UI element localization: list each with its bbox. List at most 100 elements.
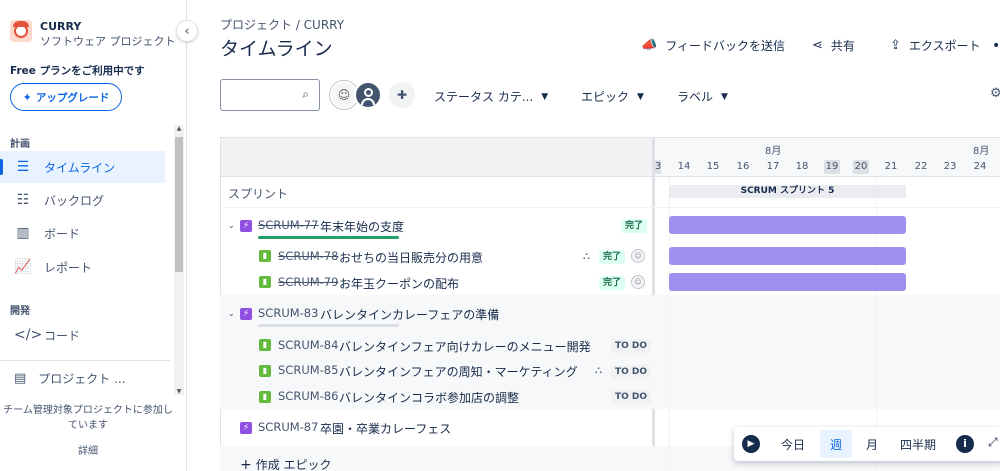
sidebar-scrollbar[interactable]: ▲ ▼ xyxy=(174,125,184,395)
view-settings-icon[interactable]: ⚙ xyxy=(990,86,1000,101)
day-label: 16 xyxy=(736,161,750,172)
issue-summary: お年玉クーポンの配布 xyxy=(339,277,460,291)
epic-progress-bar xyxy=(258,324,399,327)
search-input[interactable] xyxy=(227,81,297,109)
issue-key[interactable]: SCRUM-77 xyxy=(258,218,318,232)
section-dev: 開発 xyxy=(10,306,30,317)
status-badge: TO DO xyxy=(611,390,652,404)
project-header[interactable]: CURRY ソフトウェア プロジェクト xyxy=(10,20,176,49)
issue-key[interactable]: SCRUM-83 xyxy=(258,306,318,320)
issue-key[interactable]: SCRUM-86 xyxy=(278,389,338,403)
avatar[interactable]: ☺ xyxy=(631,275,645,289)
status-badge: TO DO xyxy=(611,365,652,379)
export-label: エクスポート xyxy=(908,39,981,53)
breadcrumb[interactable]: プロジェクト / CURRY xyxy=(220,16,344,33)
story-icon: ▮ xyxy=(259,250,271,262)
day-label: 19 xyxy=(824,160,840,174)
status-badge: TO DO xyxy=(611,339,652,353)
epic-icon: ⚡ xyxy=(240,308,252,320)
sidebar-item-label: ボード xyxy=(44,226,81,241)
day-label: 18 xyxy=(795,161,809,172)
upgrade-button[interactable]: ✦ アップグレード xyxy=(10,83,122,111)
detail-link[interactable]: 詳細 xyxy=(0,442,176,457)
sidebar-item-board[interactable]: ▥ ボード xyxy=(0,217,165,249)
feedback-button[interactable]: 📣 フィードバックを送信 xyxy=(641,37,785,54)
label-dropdown[interactable]: ラベル ▼ xyxy=(677,88,728,105)
day-label: 22 xyxy=(914,161,928,172)
scrollbar-thumb[interactable] xyxy=(175,137,183,272)
more-actions-icon[interactable]: • xyxy=(992,38,1000,54)
issue-key[interactable]: SCRUM-78 xyxy=(278,249,338,263)
project-settings-link[interactable]: ▤ プロジェクト ... xyxy=(14,370,126,387)
epic-bar[interactable] xyxy=(669,216,906,234)
day-label: 3 xyxy=(655,160,661,174)
scroll-up-icon[interactable]: ▲ xyxy=(174,125,184,132)
status-badge: 完了 xyxy=(599,276,626,290)
sidebar-item-code[interactable]: </> コード xyxy=(0,319,165,351)
status-category-dropdown[interactable]: ステータス カテ... ▼ xyxy=(434,88,548,105)
sidebar-item-label: コード xyxy=(44,328,81,343)
sidebar-item-timeline[interactable]: ☰ タイムライン xyxy=(0,151,165,183)
zoom-month-button[interactable]: 月 xyxy=(856,430,888,458)
issue-summary: バレンタインフェアの周知・マーケティング xyxy=(339,365,578,379)
chevron-down-icon[interactable]: ⌄ xyxy=(228,221,235,230)
chevron-down-icon[interactable]: ⌄ xyxy=(228,309,235,318)
issue-key[interactable]: SCRUM-87 xyxy=(258,420,318,434)
plus-icon: + xyxy=(240,457,252,471)
chevron-left-icon: ‹ xyxy=(184,23,190,39)
collapse-sidebar-button[interactable]: ‹ xyxy=(176,20,198,42)
sprint-bar[interactable]: SCRUM スプリント 5 xyxy=(669,185,906,198)
zoom-quarter-button[interactable]: 四半期 xyxy=(894,430,942,458)
day-label: 15 xyxy=(706,161,720,172)
issue-bar[interactable] xyxy=(669,247,906,265)
epic-dropdown[interactable]: エピック ▼ xyxy=(581,88,644,105)
report-icon: 📈 xyxy=(14,259,32,275)
sidebar-item-report[interactable]: 📈 レポート xyxy=(0,251,165,283)
timeline-icon: ☰ xyxy=(16,159,30,175)
zoom-today-button[interactable]: 今日 xyxy=(774,430,812,458)
add-people-button[interactable]: ✚ xyxy=(389,82,415,108)
sidebar-item-label: レポート xyxy=(44,260,93,275)
day-label: 20 xyxy=(853,160,869,174)
chevron-down-icon: ▼ xyxy=(637,91,644,102)
zoom-week-button[interactable]: 週 xyxy=(820,430,852,458)
day-label: 17 xyxy=(766,161,780,172)
search-field[interactable]: ⌕ xyxy=(220,79,320,111)
avatar[interactable] xyxy=(354,81,382,109)
add-person-icon: ✚ xyxy=(396,88,408,102)
create-epic-label: 作成 エピック xyxy=(255,458,332,471)
info-icon[interactable]: i xyxy=(956,435,974,453)
issue-bar[interactable] xyxy=(669,273,906,291)
epic-progress-bar xyxy=(258,236,399,239)
issue-key[interactable]: SCRUM-79 xyxy=(278,275,338,289)
month-label: 8月 xyxy=(765,146,782,157)
share-icon: ⋖ xyxy=(812,38,823,53)
arrow-right-icon[interactable]: ▶ xyxy=(742,435,760,453)
story-icon: ▮ xyxy=(259,365,271,377)
plan-notice: Free プランをご利用中です xyxy=(10,65,145,77)
story-icon: ▮ xyxy=(259,276,271,288)
day-label: 14 xyxy=(677,161,691,172)
month-label: 8月 xyxy=(973,146,990,157)
share-label: 共有 xyxy=(830,39,855,53)
issue-summary: バレンタインカレーフェアの準備 xyxy=(320,308,500,322)
team-message: チーム管理対象プロジェクトに参加しています xyxy=(3,405,173,431)
create-epic-button[interactable]: + 作成 エピック xyxy=(240,456,332,471)
avatar[interactable]: ☺ xyxy=(631,249,645,263)
issue-key[interactable]: SCRUM-84 xyxy=(278,338,338,352)
sidebar: CURRY ソフトウェア プロジェクト Free プランをご利用中です ✦ アップ… xyxy=(0,0,187,471)
section-plan: 計画 xyxy=(10,139,30,150)
scroll-down-icon[interactable]: ▼ xyxy=(174,388,184,395)
export-button[interactable]: ⇪ エクスポート xyxy=(890,37,981,54)
day-label: 21 xyxy=(884,161,898,172)
chevron-down-icon: ▼ xyxy=(721,91,728,102)
expand-icon[interactable]: ⤢ xyxy=(988,435,998,450)
issue-summary: バレンタインフェア向けカレーのメニュー開発 xyxy=(339,340,591,354)
share-button[interactable]: ⋖ 共有 xyxy=(812,37,855,54)
epic-label: エピック xyxy=(581,90,630,104)
search-icon: ⌕ xyxy=(302,87,309,101)
project-type: ソフトウェア プロジェクト xyxy=(40,35,176,48)
issue-key[interactable]: SCRUM-85 xyxy=(278,363,338,377)
sidebar-item-backlog[interactable]: ☷ バックログ xyxy=(0,184,165,216)
megaphone-icon: 📣 xyxy=(641,38,658,53)
